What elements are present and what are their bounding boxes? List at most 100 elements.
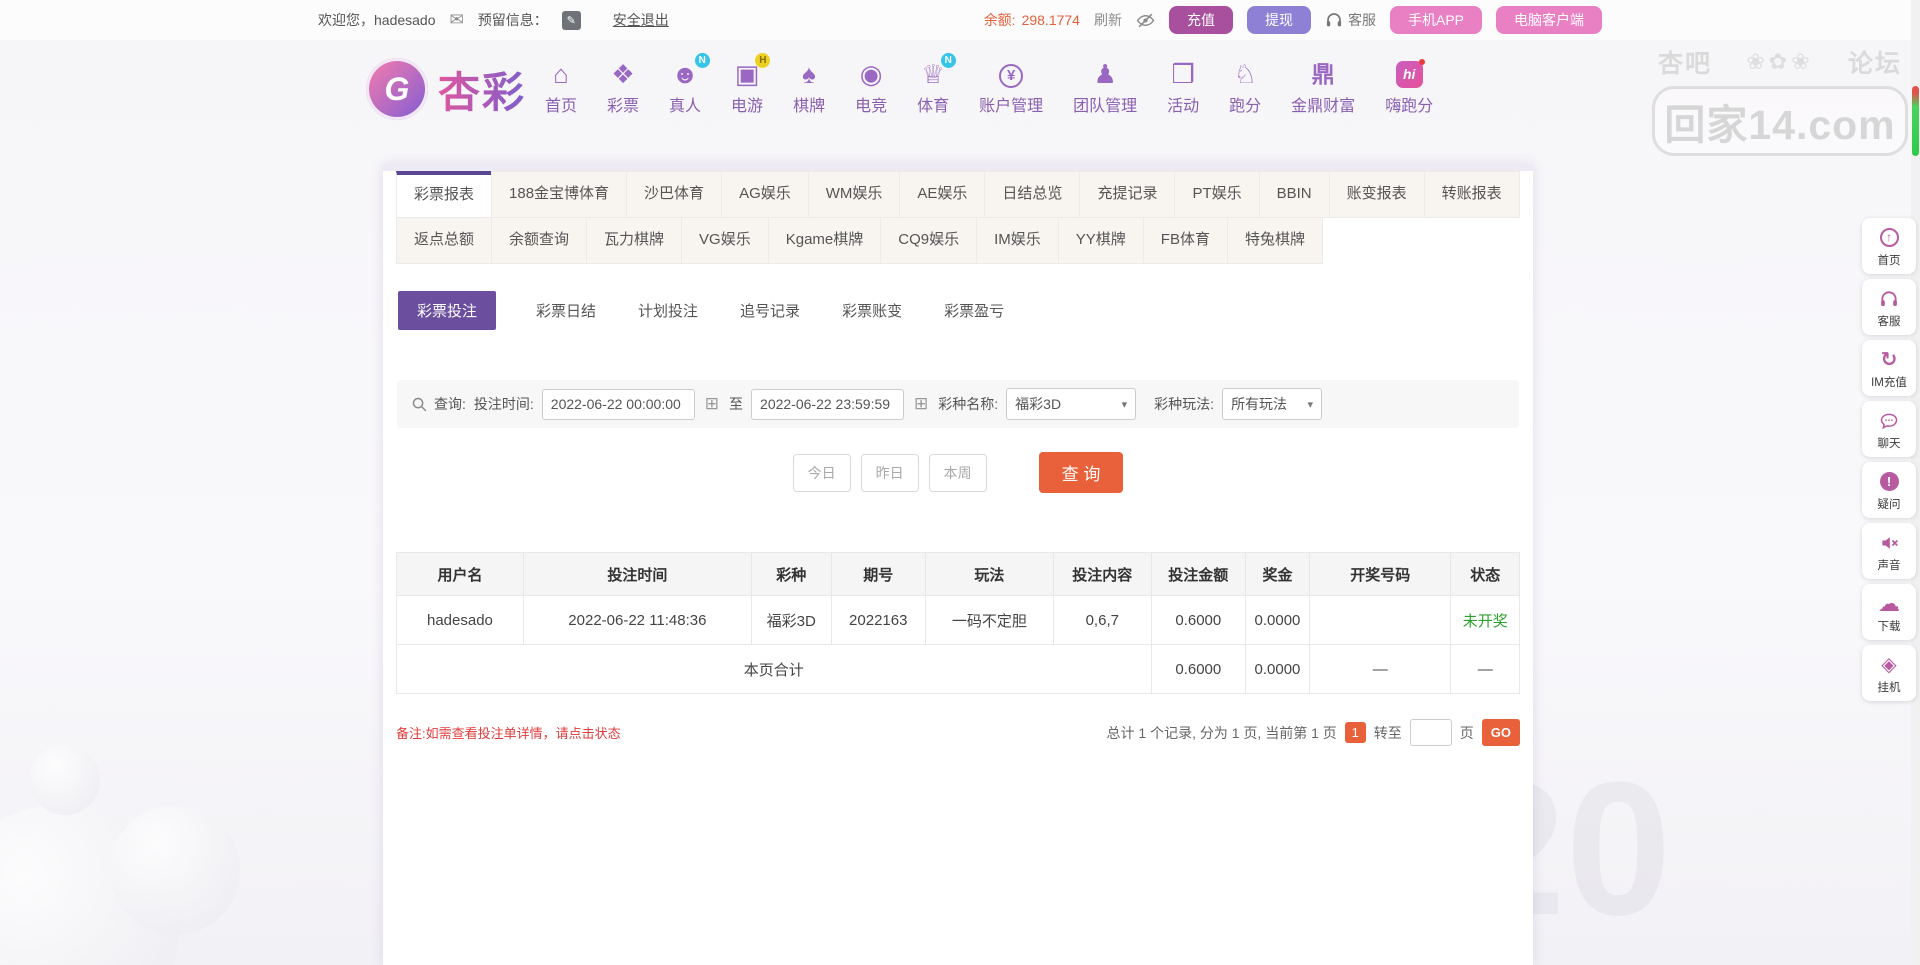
tab-bbin[interactable]: BBIN: [1258, 171, 1330, 218]
cloud-icon: ☁: [1878, 590, 1900, 616]
nav-item-home[interactable]: ⌂ 首页: [545, 60, 577, 116]
sidebar-item-autoplay[interactable]: ◈ 挂机: [1862, 645, 1916, 701]
bet-time-to-input[interactable]: [751, 388, 905, 420]
ding-icon: 鼎: [1311, 61, 1335, 87]
cell-username: hadesado: [396, 595, 524, 645]
withdraw-button[interactable]: 提现: [1246, 6, 1311, 34]
go-button[interactable]: GO: [1481, 719, 1520, 746]
play-type-select[interactable]: 所有玩法 ▾: [1222, 388, 1323, 420]
nav-item-board-games[interactable]: ♠ 棋牌: [793, 60, 825, 116]
search-submit-button[interactable]: 查 询: [1038, 452, 1124, 493]
tab-ae-casino[interactable]: AE娱乐: [899, 171, 986, 218]
nav-item-activity[interactable]: ❒ 活动: [1167, 60, 1199, 116]
tab-rebate-total[interactable]: 返点总额: [396, 217, 493, 264]
tab-deposit-withdraw-records[interactable]: 充提记录: [1079, 171, 1176, 218]
cell-status: 未开奖: [1450, 595, 1520, 645]
col-draw-numbers: 开奖号码: [1308, 552, 1452, 596]
tab-ag-casino[interactable]: AG娱乐: [721, 171, 809, 218]
nav-item-hi-paofen[interactable]: hi 嗨跑分: [1385, 59, 1433, 116]
nav-item-jinding-wealth[interactable]: 鼎 金鼎财富: [1291, 60, 1355, 116]
refresh-link[interactable]: 刷新: [1094, 10, 1122, 30]
calendar-icon[interactable]: ⊞: [914, 394, 928, 414]
sidebar-item-sound[interactable]: 声音: [1862, 523, 1916, 579]
subtab-plan-bets[interactable]: 计划投注: [636, 291, 700, 330]
subtab-lottery-daily[interactable]: 彩票日结: [534, 291, 598, 330]
customer-service-link[interactable]: 客服: [1325, 10, 1376, 30]
tab-fb-sports[interactable]: FB体育: [1142, 217, 1228, 264]
tab-kgame-boardgames[interactable]: Kgame棋牌: [767, 217, 882, 264]
nav-item-egames[interactable]: ▣ H 电游: [731, 53, 771, 116]
table-header-row: 用户名 投注时间 彩种 期号 玩法 投注内容 投注金额 奖金 开奖号码 状态: [396, 552, 1520, 596]
report-tabs-row1: 彩票报表 188金宝博体育 沙巴体育 AG娱乐 WM娱乐 AE娱乐 日结总览 充…: [396, 171, 1520, 218]
tab-wm-casino[interactable]: WM娱乐: [807, 171, 901, 218]
sidebar-item-service[interactable]: 客服: [1862, 279, 1916, 335]
chevron-down-icon: ▾: [1307, 398, 1314, 411]
sidebar-item-question[interactable]: ! 疑问: [1862, 462, 1916, 518]
cell-draw-numbers: [1308, 595, 1452, 645]
nav-item-esports[interactable]: ◉ 电竞: [855, 60, 887, 116]
lottery-name-select[interactable]: 福彩3D ▾: [1006, 388, 1137, 420]
bet-time-from-input[interactable]: [541, 388, 695, 420]
sidebar-item-home[interactable]: ↑ 首页: [1862, 218, 1916, 274]
status-link[interactable]: 未开奖: [1463, 613, 1508, 630]
tab-lottery-report[interactable]: 彩票报表: [396, 171, 493, 218]
calendar-icon[interactable]: ⊞: [705, 394, 719, 414]
this-week-button[interactable]: 本周: [928, 453, 987, 492]
tab-cq9-casino[interactable]: CQ9娱乐: [880, 217, 978, 264]
tab-transfer-report[interactable]: 转账报表: [1423, 171, 1520, 218]
tab-account-change-report[interactable]: 账变报表: [1328, 171, 1425, 218]
tab-vg-casino[interactable]: VG娱乐: [681, 217, 769, 264]
gamepad-icon: ▣ H: [735, 53, 771, 88]
total-bet-amount: 0.6000: [1150, 644, 1246, 694]
note-text: 备注:如需查看投注单详情，请点击状态: [396, 726, 621, 741]
tab-daily-summary[interactable]: 日结总览: [984, 171, 1081, 218]
tab-pt-casino[interactable]: PT娱乐: [1174, 171, 1260, 218]
site-logo[interactable]: G 杏彩: [366, 58, 526, 120]
scrollbar-thumb[interactable]: [1912, 86, 1919, 156]
decor-ball-medium: [110, 805, 240, 935]
sidebar-item-im-recharge[interactable]: ↻ IM充值: [1862, 340, 1916, 396]
tab-yy-boardgames[interactable]: YY棋牌: [1057, 217, 1144, 264]
yesterday-button[interactable]: 昨日: [860, 453, 919, 492]
trophy-icon: ♕ N: [921, 53, 956, 88]
floating-sidebar: ↑ 首页 客服 ↻ IM充值 聊天 ! 疑问 声音 ☁ 下载 ◈ 挂机: [1862, 218, 1916, 706]
nav-item-team[interactable]: ♟ 团队管理: [1073, 60, 1137, 116]
deposit-button[interactable]: 充值: [1168, 6, 1233, 34]
logo-text: 杏彩: [438, 59, 526, 120]
tab-shaba-sports[interactable]: 沙巴体育: [626, 171, 723, 218]
cell-play: 一码不定胆: [924, 595, 1054, 645]
subtab-lottery-bets[interactable]: 彩票投注: [398, 291, 497, 330]
current-page-badge[interactable]: 1: [1344, 722, 1366, 743]
tab-wali-boardgames[interactable]: 瓦力棋牌: [586, 217, 683, 264]
tab-im-casino[interactable]: IM娱乐: [976, 217, 1059, 264]
logout-link[interactable]: 安全退出: [613, 10, 669, 30]
mobile-app-button[interactable]: 手机APP: [1389, 6, 1482, 34]
nav-item-paofen[interactable]: ♘ 跑分: [1229, 60, 1261, 116]
total-draw-numbers: —: [1308, 644, 1452, 694]
pc-client-button[interactable]: 电脑客户端: [1496, 6, 1602, 34]
nav-item-lottery[interactable]: ❖ 彩票: [607, 60, 639, 116]
main-nav: ⌂ 首页 ❖ 彩票 ☻ N 真人 ▣ H 电游 ♠ 棋牌 ◉ 电竞 ♕ N 体育 ¥ …: [545, 53, 1433, 116]
edit-pencil-icon[interactable]: ✎: [561, 10, 581, 30]
recharge-refresh-icon: ↻: [1880, 348, 1898, 371]
subtab-lottery-profit-loss[interactable]: 彩票盈亏: [942, 291, 1006, 330]
cell-bet-time: 2022-06-22 11:48:36: [522, 595, 752, 645]
tab-tetu-boardgames[interactable]: 特兔棋牌: [1226, 217, 1323, 264]
nav-item-live-casino[interactable]: ☻ N 真人: [669, 53, 710, 116]
nav-item-account[interactable]: ¥ 账户管理: [979, 64, 1043, 116]
envelope-icon[interactable]: ✉: [450, 10, 464, 30]
col-bet-content: 投注内容: [1052, 552, 1152, 596]
subtab-chase-records[interactable]: 追号记录: [738, 291, 802, 330]
goto-page-input[interactable]: [1409, 719, 1452, 746]
subtab-lottery-account-change[interactable]: 彩票账变: [840, 291, 904, 330]
nav-item-sports[interactable]: ♕ N 体育: [917, 53, 956, 116]
mute-speaker-icon: [1862, 531, 1916, 554]
sidebar-item-chat[interactable]: 聊天: [1862, 401, 1916, 457]
tab-188jinbaobo-sports[interactable]: 188金宝博体育: [491, 171, 628, 218]
tab-balance-query[interactable]: 余额查询: [491, 217, 588, 264]
page-label: 页: [1459, 724, 1474, 741]
col-bet-amount: 投注金额: [1150, 552, 1246, 596]
hide-balance-icon[interactable]: [1136, 11, 1155, 30]
sidebar-item-download[interactable]: ☁ 下载: [1862, 584, 1916, 640]
today-button[interactable]: 今日: [792, 453, 851, 492]
